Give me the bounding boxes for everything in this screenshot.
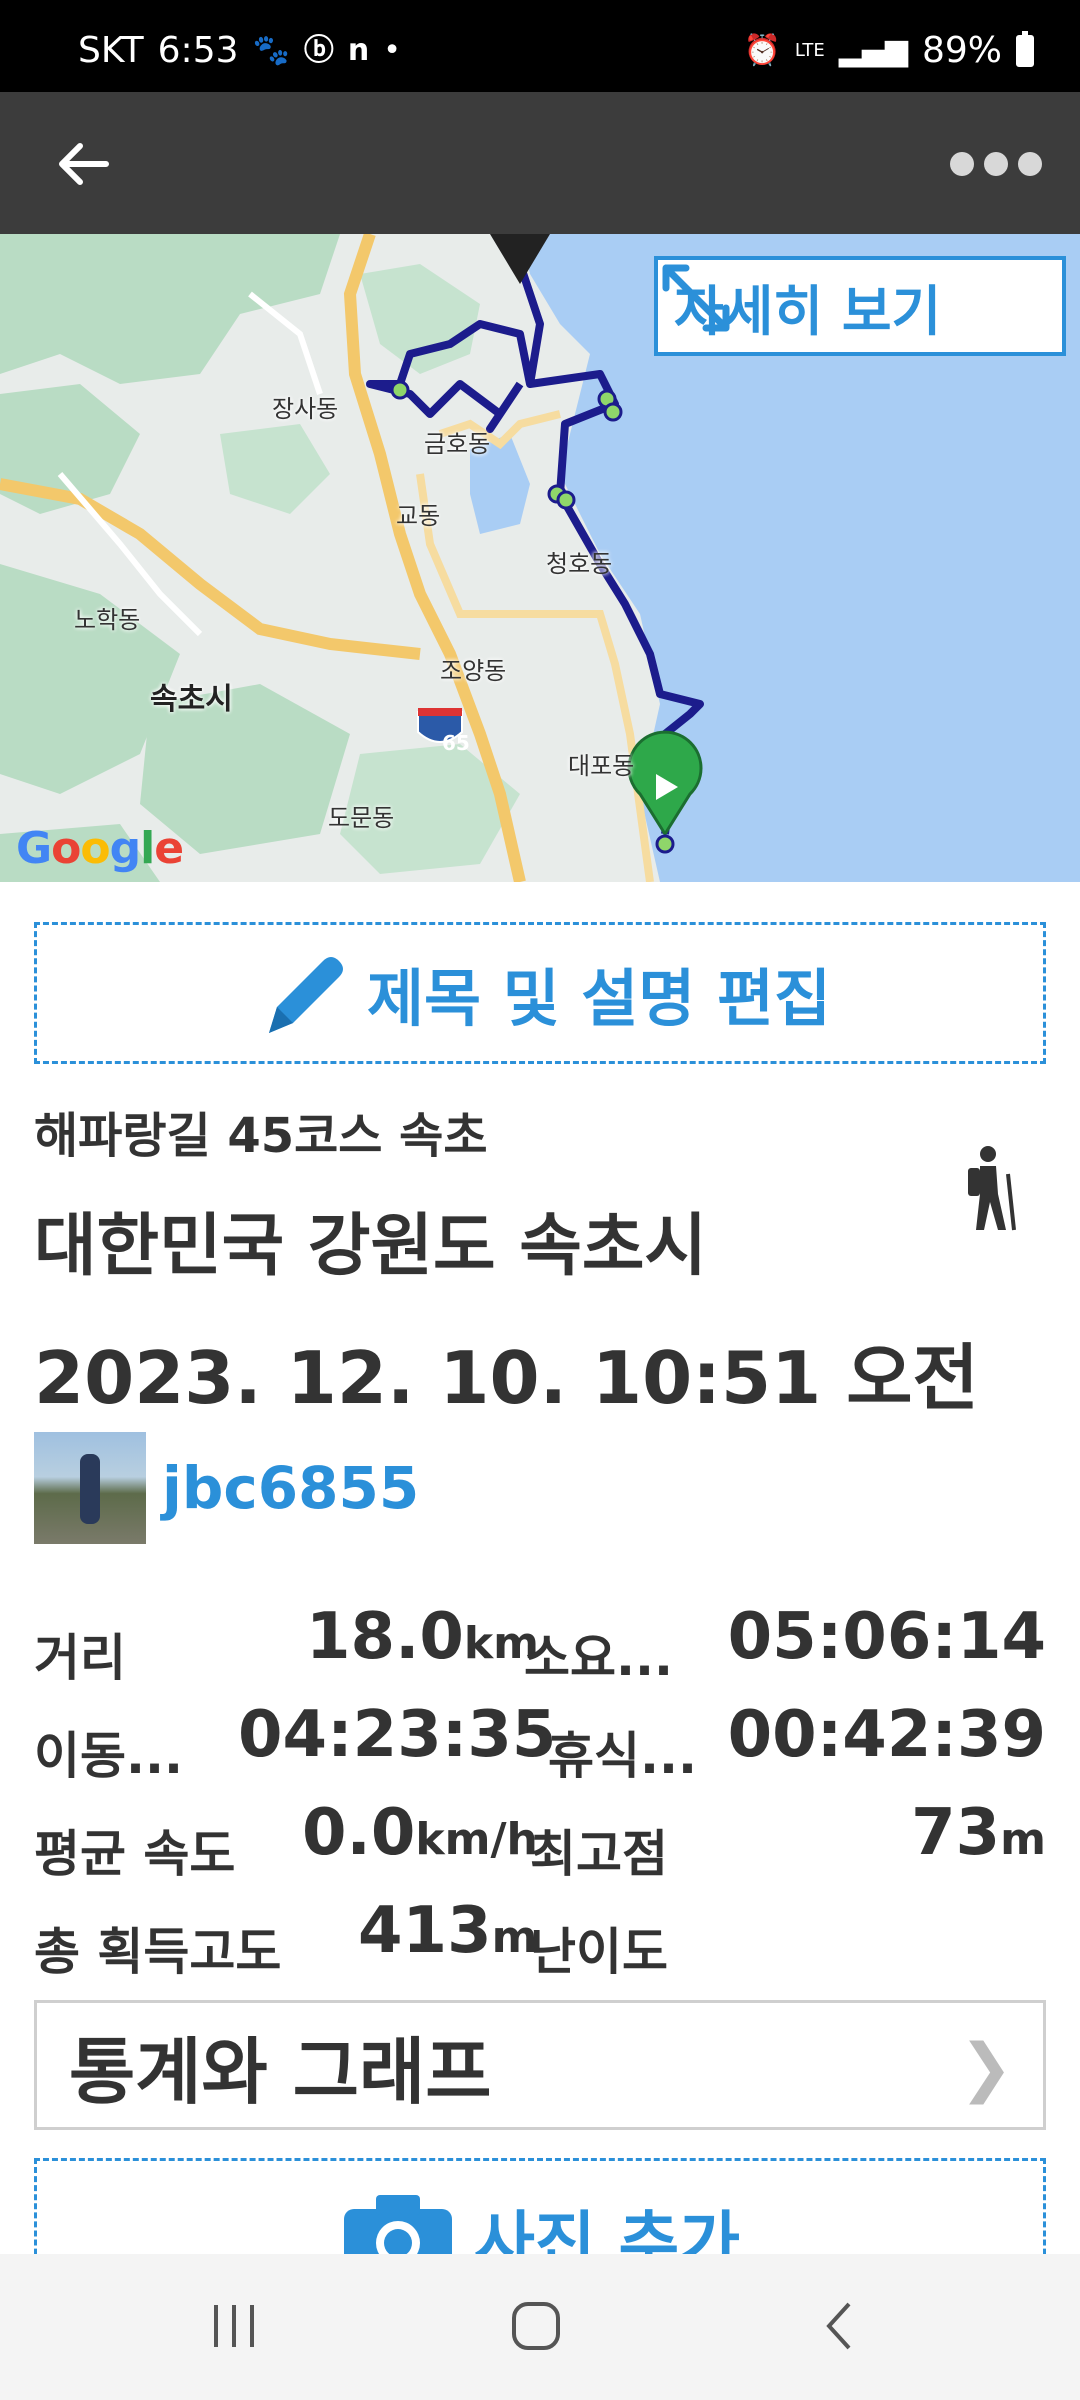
- max-elevation-label: 최고점: [530, 1825, 668, 1883]
- map-label-gyo: 교동: [396, 502, 441, 530]
- moving-time-label: 이동...: [34, 1727, 183, 1785]
- elevation-gain-value: 413m: [358, 1894, 537, 1968]
- system-nav-bar: [0, 2254, 1080, 2400]
- trip-info: 해파랑길 45코스 속초 대한민국 강원도 속초시 2023. 12. 10. …: [34, 1096, 1046, 1424]
- route-map[interactable]: 65 장사동 금호동 교동 청호동 노학동 속초시 조양동 대포동 도문동 자세…: [0, 234, 1080, 882]
- elevation-gain-number: 413: [358, 1894, 492, 1968]
- back-button[interactable]: [52, 132, 116, 196]
- paw-icon: 🐾: [252, 32, 290, 68]
- arrow-left-icon: [59, 143, 109, 185]
- edit-title-description-button[interactable]: 제목 및 설명 편집: [34, 922, 1046, 1064]
- map-label-daepo: 대포동: [568, 752, 635, 780]
- home-icon: [512, 2302, 560, 2350]
- map-label-domun: 도문동: [328, 804, 395, 832]
- app-bar: [0, 92, 1080, 234]
- edit-title-description-label: 제목 및 설명 편집: [366, 962, 832, 1035]
- trip-title: 해파랑길 45코스 속초: [34, 1108, 488, 1164]
- status-bar: SKT 6:53 🐾 ⓑ n • ⏰ LTE ▂▄▆ 89%: [0, 0, 1080, 92]
- duration-value: 05:06:14: [727, 1600, 1046, 1674]
- home-button[interactable]: [496, 2294, 576, 2358]
- clock: 6:53: [157, 30, 239, 71]
- signal-icon: ▂▄▆: [838, 32, 908, 68]
- alarm-icon: ⏰: [743, 32, 781, 68]
- stat-row-distance: 거리 18.0km 소요... 05:06:14: [34, 1590, 1046, 1688]
- stat-row-gain: 총 획득고도 413m 난이도: [34, 1884, 1046, 1982]
- user-row[interactable]: jbc6855: [34, 1432, 419, 1544]
- hiking-icon: [968, 1146, 1016, 1231]
- network-label: LTE: [794, 40, 825, 61]
- duration-label: 소요...: [524, 1629, 673, 1687]
- avg-speed-label: 평균 속도: [34, 1825, 236, 1883]
- detail-view-button[interactable]: 자세히 보기: [654, 256, 1066, 356]
- stat-row-speed: 평균 속도 0.0km/h 최고점 73m: [34, 1786, 1046, 1884]
- elevation-gain-label: 총 획득고도: [34, 1923, 282, 1981]
- chevron-right-icon: ❯: [959, 2031, 1013, 2105]
- max-elevation-unit: m: [1000, 1814, 1046, 1865]
- difficulty-label: 난이도: [530, 1923, 668, 1981]
- recent-apps-icon: [214, 2305, 254, 2347]
- recent-apps-button[interactable]: [194, 2294, 274, 2358]
- carrier-label: SKT: [78, 30, 144, 71]
- battery-icon: [1016, 30, 1034, 67]
- avatar-figure: [80, 1454, 100, 1524]
- max-elevation-value: 73m: [911, 1796, 1046, 1870]
- google-logo: Google: [16, 823, 184, 874]
- rest-time-value: 00:42:39: [727, 1698, 1046, 1772]
- map-label-joyang: 조양동: [440, 657, 507, 685]
- trip-stats: 거리 18.0km 소요... 05:06:14 이동... 04:23:35 …: [34, 1590, 1046, 1982]
- b-app-icon: ⓑ: [303, 32, 334, 68]
- more-dot: [1018, 152, 1042, 176]
- map-label-geumho: 금호동: [424, 430, 491, 458]
- map-label-cheongho: 청호동: [546, 550, 613, 578]
- trip-datetime: 2023. 12. 10. 10:51 오전: [34, 1336, 979, 1420]
- map-label-sokcho: 속초시: [150, 682, 233, 717]
- chevron-left-icon: [826, 2302, 851, 2350]
- avg-speed-number: 0.0: [302, 1796, 416, 1870]
- trip-location: 대한민국 강원도 속초시: [34, 1207, 707, 1286]
- avg-speed-value: 0.0km/h: [302, 1796, 538, 1870]
- status-left: SKT 6:53 🐾 ⓑ n •: [78, 30, 401, 71]
- stat-row-moving: 이동... 04:23:35 휴식... 00:42:39: [34, 1688, 1046, 1786]
- status-right: ⏰ LTE ▂▄▆ 89%: [743, 30, 1034, 71]
- stats-graph-button[interactable]: 통계와 그래프 ❯: [34, 2000, 1046, 2130]
- distance-label: 거리: [34, 1629, 126, 1687]
- moving-time-value: 04:23:35: [238, 1698, 557, 1772]
- n-app-icon: n: [347, 32, 370, 68]
- route-shield-label: 65: [442, 731, 470, 755]
- more-dots-icon: [950, 152, 974, 176]
- rest-time-label: 휴식...: [548, 1727, 697, 1785]
- max-elevation-number: 73: [911, 1796, 1001, 1870]
- dot-icon: •: [383, 32, 401, 68]
- more-button[interactable]: [948, 140, 1044, 188]
- avg-speed-unit: km/h: [415, 1814, 538, 1865]
- map-label-nohak: 노학동: [74, 606, 141, 634]
- username[interactable]: jbc6855: [162, 1454, 419, 1522]
- expand-icon: [662, 264, 730, 332]
- pencil-icon: [268, 957, 343, 1033]
- map-label-jangsa: 장사동: [272, 395, 339, 423]
- distance-number: 18.0: [306, 1600, 464, 1674]
- more-dot: [984, 152, 1008, 176]
- battery-label: 89%: [921, 30, 1002, 71]
- stats-graph-label: 통계와 그래프: [69, 2029, 492, 2114]
- avatar[interactable]: [34, 1432, 146, 1544]
- system-back-button[interactable]: [800, 2294, 880, 2358]
- distance-value: 18.0km: [306, 1600, 539, 1674]
